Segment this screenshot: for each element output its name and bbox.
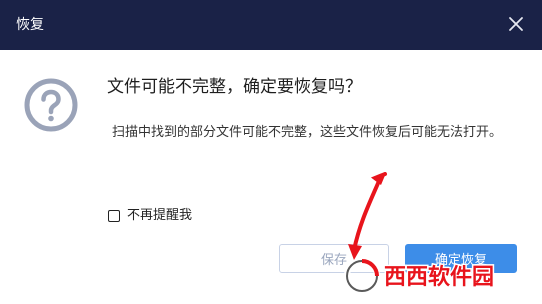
dont-remind-label: 不再提醒我 [127, 208, 193, 223]
checkbox-box[interactable] [108, 210, 120, 222]
dialog-heading: 文件可能不完整，确定要恢复吗？ [107, 77, 362, 97]
confirm-recover-button[interactable]: 确定恢复 [405, 244, 517, 273]
recover-dialog: 恢复 文件可能不完整，确定要恢复吗？ 扫描中找到的部分文件可能不完整，这些文件恢… [0, 0, 542, 304]
dialog-description: 扫描中找到的部分文件可能不完整，这些文件恢复后可能无法打开。 [112, 125, 503, 140]
title-bar: 恢复 [0, 0, 542, 50]
close-icon[interactable] [501, 9, 531, 39]
question-circle-icon [24, 78, 78, 132]
dont-remind-checkbox[interactable]: 不再提醒我 [108, 207, 192, 225]
save-button[interactable]: 保存 [279, 244, 389, 273]
window-title: 恢复 [16, 17, 44, 33]
